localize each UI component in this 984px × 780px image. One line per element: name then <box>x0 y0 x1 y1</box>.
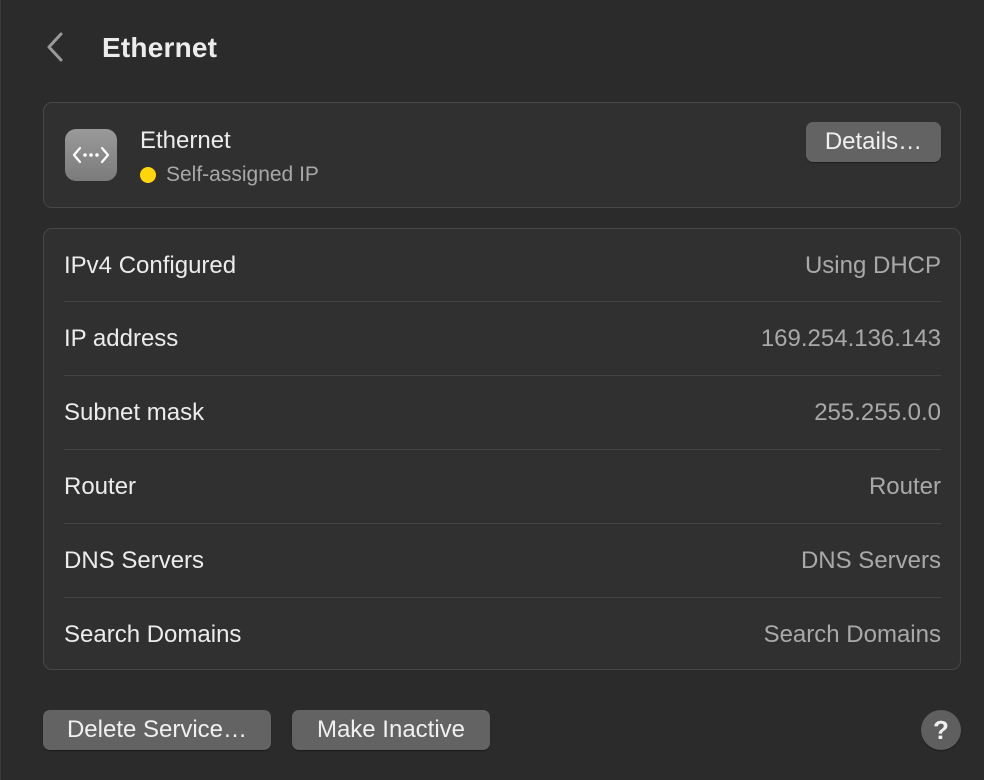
back-button[interactable] <box>39 30 71 68</box>
help-button[interactable]: ? <box>921 710 961 750</box>
info-row-ip-address: IP address 169.254.136.143 <box>64 302 941 376</box>
info-row-label: DNS Servers <box>64 547 205 574</box>
info-row-label: Router <box>64 473 137 500</box>
info-row-dns-servers: DNS Servers DNS Servers <box>64 524 941 598</box>
info-row-value: Router <box>868 473 941 500</box>
info-row-value: Search Domains <box>763 621 941 648</box>
ip-info-card: IPv4 Configured Using DHCP IP address 16… <box>43 228 961 670</box>
service-status: Self-assigned IP <box>140 163 319 187</box>
status-dot-icon <box>140 167 156 183</box>
service-name: Ethernet <box>140 127 231 154</box>
info-row-value: 255.255.0.0 <box>814 399 941 426</box>
ethernet-icon <box>65 129 117 181</box>
info-row-value: DNS Servers <box>800 547 941 574</box>
info-row-ipv4-configured: IPv4 Configured Using DHCP <box>64 229 941 303</box>
info-row-value: Using DHCP <box>804 252 941 279</box>
info-row-label: Subnet mask <box>64 399 205 426</box>
make-inactive-button[interactable]: Make Inactive <box>292 710 490 750</box>
help-icon: ? <box>933 714 949 745</box>
page-title: Ethernet <box>102 32 218 63</box>
info-row-router: Router Router <box>64 450 941 524</box>
delete-service-button[interactable]: Delete Service… <box>43 710 271 750</box>
service-status-text: Self-assigned IP <box>166 163 319 186</box>
chevron-left-icon <box>44 30 66 69</box>
info-row-subnet-mask: Subnet mask 255.255.0.0 <box>64 376 941 450</box>
details-button[interactable]: Details… <box>806 122 941 162</box>
info-row-label: IPv4 Configured <box>64 252 237 279</box>
info-row-search-domains: Search Domains Search Domains <box>64 598 941 672</box>
service-card: Ethernet Self-assigned IP Details… <box>43 102 961 208</box>
info-row-label: Search Domains <box>64 621 242 648</box>
settings-window: Ethernet Ethernet Self-assigned IP Detai… <box>0 0 984 780</box>
info-row-value: 169.254.136.143 <box>760 325 941 352</box>
info-row-label: IP address <box>64 325 179 352</box>
page-header: Ethernet <box>1 0 984 100</box>
